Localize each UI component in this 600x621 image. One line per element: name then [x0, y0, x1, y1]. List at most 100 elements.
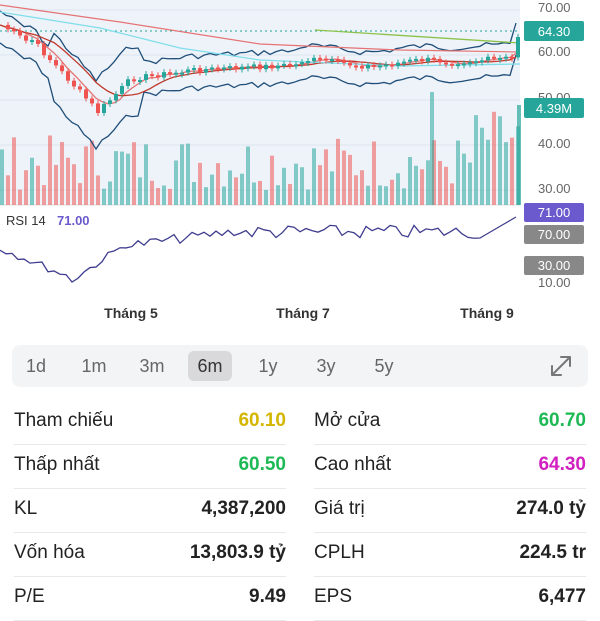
timeframe-1y[interactable]: 1y [246, 351, 290, 381]
volume-bar [462, 153, 466, 205]
candle-body [78, 86, 82, 90]
candle-body [300, 62, 304, 65]
candle-body [462, 63, 466, 66]
timeframe-3m[interactable]: 3m [130, 351, 174, 381]
candle-body [12, 29, 16, 32]
volume-bar [228, 170, 232, 205]
stat-value-cplh: 224.5 tr [519, 542, 586, 563]
volume-bar [324, 149, 328, 205]
volume-bar [108, 181, 112, 205]
stat-eps: EPS 6,477 [314, 576, 586, 621]
volume-bar [498, 116, 502, 205]
candle-body [210, 67, 214, 70]
timeframe-6m[interactable]: 6m [188, 351, 232, 381]
timeframe-3y[interactable]: 3y [304, 351, 348, 381]
candle-body [204, 69, 208, 73]
stat-value-von-hoa: 13,803.9 tỷ [189, 542, 286, 563]
volume-bar [468, 162, 472, 205]
volume-bar [510, 137, 514, 205]
volume-bar [102, 188, 106, 205]
candle-body [228, 66, 232, 69]
candle-body [126, 79, 130, 87]
candle-body [348, 62, 352, 66]
volume-bar [126, 153, 130, 205]
volume-bar [318, 165, 322, 205]
candle-body [336, 59, 340, 62]
volume-bar [18, 189, 22, 205]
stat-pe: P/E 9.49 [14, 576, 286, 621]
candle-body [378, 65, 382, 68]
candle-body [402, 61, 406, 64]
volume-bar [504, 142, 508, 205]
stats-row: Tham chiếu 60.10 Mở cửa 60.70 [0, 400, 600, 445]
volume-bar [30, 157, 34, 205]
expand-icon[interactable] [548, 353, 574, 379]
stock-chart[interactable]: 70.00 60.00 50.00 40.00 30.00 10.00 64.3… [0, 0, 600, 300]
volume-bar [294, 163, 298, 205]
timeframe-5y[interactable]: 5y [362, 351, 406, 381]
stat-thap-nhat: Thấp nhất 60.50 [14, 444, 286, 489]
stat-kl: KL 4,387,200 [14, 488, 286, 533]
candle-body [132, 79, 136, 82]
stat-value-eps: 6,477 [538, 586, 586, 607]
candle-body [396, 62, 400, 66]
candle-body [150, 74, 154, 77]
stat-gia-tri: Giá trị 274.0 tỷ [314, 488, 586, 533]
volume-bar [426, 160, 430, 205]
volume-bar [6, 175, 10, 205]
stat-cao-nhat: Cao nhất 64.30 [314, 444, 586, 489]
candle-body [162, 72, 166, 78]
candle-body [198, 68, 202, 73]
volume-bar [306, 189, 310, 205]
candle-body [174, 72, 178, 75]
candle-body [216, 67, 220, 70]
candle-body [96, 103, 100, 114]
candle-body [120, 86, 124, 94]
candle-body [468, 62, 472, 65]
candle-body [516, 37, 520, 58]
volume-bar [120, 151, 124, 205]
stat-label: Thấp nhất [14, 454, 100, 475]
candle-body [54, 60, 58, 66]
volume-badge-text: 4.39M [536, 101, 572, 116]
volume-bar [312, 148, 316, 205]
candle-body [72, 80, 76, 87]
candle-body [330, 59, 334, 62]
candle-body [6, 24, 10, 30]
rsi-label: RSI 14 [6, 213, 46, 228]
y-label-70: 70.00 [538, 0, 571, 15]
volume-bar [78, 183, 82, 205]
stat-value-tham-chieu: 60.10 [238, 410, 286, 431]
stat-label: Giá trị [314, 498, 365, 519]
timeframe-1m[interactable]: 1m [72, 351, 116, 381]
candle-body [474, 61, 478, 64]
stat-value-mo-cua: 60.70 [538, 410, 586, 431]
volume-bar [66, 157, 70, 205]
candle-body [408, 59, 412, 62]
stat-von-hoa: Vốn hóa 13,803.9 tỷ [14, 532, 286, 577]
stat-label: Cao nhất [314, 454, 392, 475]
stat-label: P/E [14, 586, 45, 607]
volume-bar [517, 105, 521, 205]
volume-bar [258, 180, 262, 205]
candle-body [354, 65, 358, 68]
candle-body [510, 56, 514, 59]
stat-value-gia-tri: 274.0 tỷ [516, 498, 586, 519]
candle-body [312, 57, 316, 62]
stat-label: Tham chiếu [14, 410, 114, 431]
volume-bar [180, 144, 184, 205]
volume-bar [420, 169, 424, 205]
candle-body [108, 100, 112, 104]
timeframe-1d[interactable]: 1d [14, 351, 58, 381]
y-label-30: 30.00 [538, 181, 571, 196]
candle-body [324, 58, 328, 61]
volume-bar [54, 164, 58, 205]
volume-bar [450, 183, 454, 205]
volume-bar [0, 149, 4, 205]
volume-bar [234, 177, 238, 205]
price-badge-text: 64.30 [538, 24, 571, 39]
volume-bar [90, 140, 94, 205]
candle-body [384, 64, 388, 67]
x-label-may: Tháng 5 [104, 305, 158, 321]
y-label-40: 40.00 [538, 136, 571, 151]
